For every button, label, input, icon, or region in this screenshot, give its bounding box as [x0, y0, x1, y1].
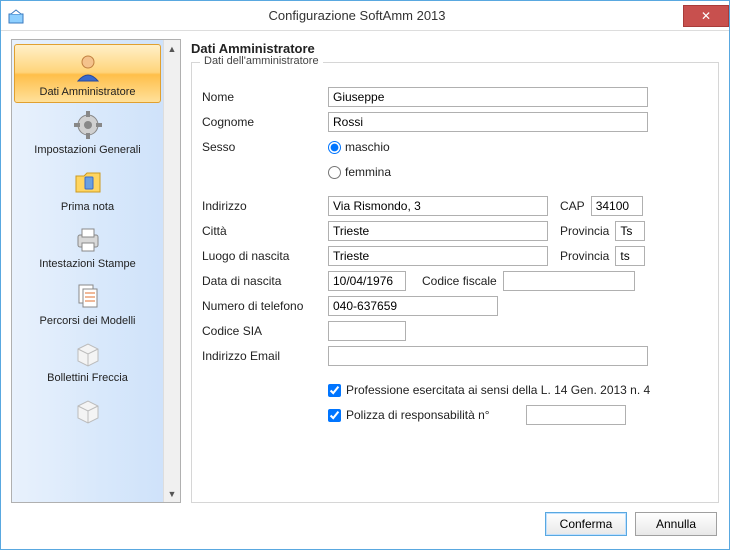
citta-field[interactable]: [328, 221, 548, 241]
telefono-field[interactable]: [328, 296, 498, 316]
app-icon: [1, 1, 31, 31]
sidebar-container: Dati Amministratore Impostazioni Generali…: [11, 39, 181, 503]
label-indirizzo: Indirizzo: [202, 199, 322, 213]
label-cognome: Cognome: [202, 115, 322, 129]
sidebar-item-6[interactable]: [14, 388, 161, 433]
scroll-down-icon[interactable]: ▼: [164, 485, 180, 502]
dialog-footer: Conferma Annulla: [1, 509, 729, 549]
close-icon: ✕: [701, 9, 711, 23]
sidebar-item-label: Bollettini Freccia: [47, 372, 128, 384]
cap-field[interactable]: [591, 196, 643, 216]
sidebar-item-1[interactable]: Impostazioni Generali: [14, 103, 161, 160]
scroll-track[interactable]: [164, 57, 180, 485]
sidebar-item-5[interactable]: Bollettini Freccia: [14, 331, 161, 388]
close-button[interactable]: ✕: [683, 5, 729, 27]
provincia-nascita-field[interactable]: [615, 246, 645, 266]
label-luogo-nascita: Luogo di nascita: [202, 249, 322, 263]
polizza-numero-field[interactable]: [526, 405, 626, 425]
box-icon: [70, 392, 106, 428]
titlebar: Configurazione SoftAmm 2013 ✕: [1, 1, 729, 31]
sesso-maschio-radio[interactable]: maschio: [328, 140, 390, 154]
sidebar-item-label: Dati Amministratore: [40, 86, 136, 98]
sidebar-item-0[interactable]: Dati Amministratore: [14, 44, 161, 103]
data-nascita-field[interactable]: [328, 271, 406, 291]
config-window: Configurazione SoftAmm 2013 ✕ Dati Ammin…: [0, 0, 730, 550]
sidebar-item-2[interactable]: Prima nota: [14, 160, 161, 217]
polizza-checkbox[interactable]: Polizza di responsabilità n°: [328, 408, 490, 422]
label-sesso: Sesso: [202, 140, 322, 154]
nome-field[interactable]: [328, 87, 648, 107]
professione-checkbox[interactable]: Professione esercitata ai sensi della L.…: [328, 383, 650, 397]
label-nome: Nome: [202, 90, 322, 104]
sidebar-item-label: Prima nota: [61, 201, 114, 213]
main-panel: Dati Amministratore Dati dell'amministra…: [191, 39, 719, 503]
admin-data-group: Dati dell'amministratore Nome Cognome Se…: [191, 62, 719, 503]
sidebar: Dati Amministratore Impostazioni Generali…: [12, 40, 163, 502]
confirm-button[interactable]: Conferma: [545, 512, 627, 536]
codice-fiscale-field[interactable]: [503, 271, 635, 291]
gear-icon: [70, 107, 106, 143]
box-icon: [70, 335, 106, 371]
label-provincia-citta: Provincia: [560, 224, 609, 238]
codice-sia-field[interactable]: [328, 321, 406, 341]
label-provincia-nascita: Provincia: [560, 249, 609, 263]
label-codice-sia: Codice SIA: [202, 324, 322, 338]
cognome-field[interactable]: [328, 112, 648, 132]
folder-phone-icon: [70, 164, 106, 200]
label-professione: Professione esercitata ai sensi della L.…: [346, 383, 650, 397]
documents-icon: [70, 278, 106, 314]
window-title: Configurazione SoftAmm 2013: [31, 8, 683, 23]
sidebar-item-label: Percorsi dei Modelli: [40, 315, 136, 327]
label-codice-fiscale: Codice fiscale: [422, 274, 497, 288]
luogo-nascita-field[interactable]: [328, 246, 548, 266]
label-telefono: Numero di telefono: [202, 299, 322, 313]
label-data-nascita: Data di nascita: [202, 274, 322, 288]
sidebar-item-3[interactable]: Intestazioni Stampe: [14, 217, 161, 274]
email-field[interactable]: [328, 346, 648, 366]
label-email: Indirizzo Email: [202, 349, 322, 363]
sidebar-item-4[interactable]: Percorsi dei Modelli: [14, 274, 161, 331]
label-maschio: maschio: [345, 140, 390, 154]
group-legend: Dati dell'amministratore: [200, 55, 323, 67]
label-citta: Città: [202, 224, 322, 238]
user-icon: [70, 49, 106, 85]
provincia-citta-field[interactable]: [615, 221, 645, 241]
sidebar-item-label: Impostazioni Generali: [34, 144, 140, 156]
scroll-up-icon[interactable]: ▲: [164, 40, 180, 57]
sidebar-item-label: Intestazioni Stampe: [39, 258, 136, 270]
sidebar-scrollbar[interactable]: ▲ ▼: [163, 40, 180, 502]
label-femmina: femmina: [345, 165, 391, 179]
indirizzo-field[interactable]: [328, 196, 548, 216]
printer-icon: [70, 221, 106, 257]
label-polizza: Polizza di responsabilità n°: [346, 408, 490, 422]
cancel-button[interactable]: Annulla: [635, 512, 717, 536]
sesso-femmina-radio[interactable]: femmina: [328, 165, 391, 179]
label-cap: CAP: [560, 199, 585, 213]
